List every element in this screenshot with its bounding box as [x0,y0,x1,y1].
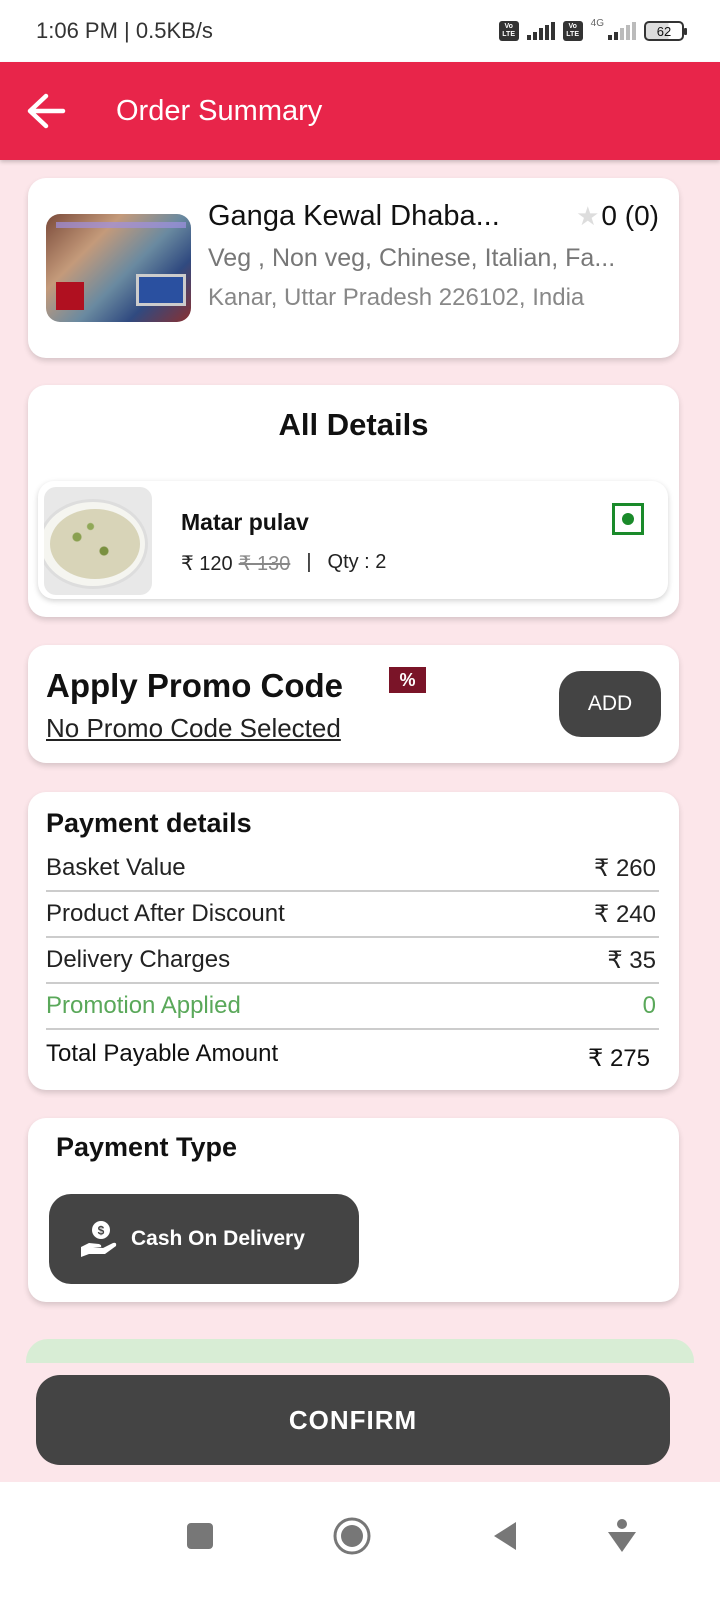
all-details-card: All Details Matar pulav ₹ 120 ₹ 130 | Qt… [28,385,679,617]
star-icon: ★ [576,200,600,231]
status-time: 1:06 PM | 0.5KB/s [36,18,213,43]
row-value: ₹ 35 [607,946,656,974]
row-label: Basket Value [46,854,186,881]
app-bar: Order Summary [0,62,720,160]
home-circle-icon [333,1517,371,1555]
page-title: Order Summary [116,94,323,127]
battery-icon: 62 [644,21,687,41]
restaurant-address: Kanar, Uttar Pradesh 226102, India [208,284,585,311]
payment-type-title: Payment Type [56,1132,238,1162]
recent-apps-button[interactable] [170,1506,230,1566]
back-nav-button[interactable] [475,1506,535,1566]
restaurant-rating: ★ 0 (0) [576,200,659,232]
volte-icon-2: Vo LTE [562,21,583,41]
restaurant-name: Ganga Kewal Dhaba... [208,200,500,232]
payment-type-card: Payment Type $ Cash On Delivery [28,1118,679,1302]
promo-status-link[interactable]: No Promo Code Selected [46,713,341,744]
payment-row-basket-value: Basket Value ₹ 260 [46,846,659,892]
payment-rows: Basket Value ₹ 260 Product After Discoun… [46,846,659,1078]
payment-option-label: Cash On Delivery [131,1227,305,1250]
restaurant-card[interactable]: Ganga Kewal Dhaba... ★ 0 (0) Veg , Non v… [28,178,679,358]
back-button[interactable] [16,81,76,141]
cash-on-delivery-button[interactable]: $ Cash On Delivery [49,1194,359,1284]
section-title: All Details [278,407,429,442]
restaurant-cuisines: Veg , Non veg, Chinese, Italian, Fa... [208,244,616,272]
volte-icon: Vo LTE [498,21,519,41]
home-button[interactable] [322,1506,382,1566]
payment-details-card: Payment details Basket Value ₹ 260 Produ… [28,792,679,1090]
row-value: ₹ 260 [594,854,656,882]
payment-row-promotion: Promotion Applied 0 [46,984,659,1030]
row-value: 0 [642,992,656,1019]
cash-hand-icon: $ [81,1221,117,1257]
payment-row-delivery: Delivery Charges ₹ 35 [46,938,659,984]
payment-details-title: Payment details [46,808,252,838]
coupon-icon: % [389,667,426,693]
row-value: ₹ 240 [594,900,656,928]
network-type: 4G [590,17,604,29]
status-icons: Vo LTE Vo LTE 4G 62 [498,17,687,41]
item-image [44,487,152,595]
payment-row-after-discount: Product After Discount ₹ 240 [46,892,659,938]
signal-strength-icon-2 [608,22,636,40]
status-bar: 1:06 PM | 0.5KB/s Vo LTE Vo LTE 4G 62 [0,0,720,62]
system-nav-bar [0,1482,720,1600]
item-qty: Qty : 2 [327,551,387,573]
row-label: Total Payable Amount [46,1040,279,1067]
signal-strength-icon [526,22,555,40]
restaurant-image [46,214,191,322]
item-original-price: ₹ 130 [238,553,291,575]
add-promo-button[interactable]: ADD [559,671,661,737]
info-strip [26,1339,694,1363]
rating-value: 0 (0) [601,200,659,231]
item-name: Matar pulav [181,509,309,535]
item-price: ₹ 120 [181,553,233,575]
row-label: Promotion Applied [46,992,241,1019]
veg-indicator-icon [612,503,644,535]
arrow-left-icon [27,93,66,129]
square-icon [187,1523,213,1549]
promo-card: Apply Promo Code % No Promo Code Selecte… [28,645,679,763]
triangle-back-icon [494,1522,516,1550]
accessibility-icon [608,1519,636,1552]
confirm-button[interactable]: CONFIRM [36,1375,670,1465]
order-item[interactable]: Matar pulav ₹ 120 ₹ 130 | Qty : 2 [38,481,668,599]
item-meta: ₹ 120 ₹ 130 | Qty : 2 [181,551,386,576]
separator: | [306,551,312,573]
row-label: Product After Discount [46,900,285,927]
row-value: ₹ 275 [588,1044,650,1072]
svg-text:$: $ [98,1224,105,1238]
row-label: Delivery Charges [46,946,231,973]
payment-row-total: Total Payable Amount ₹ 275 [46,1030,659,1078]
battery-level: 62 [656,23,672,39]
promo-title: Apply Promo Code [46,667,344,704]
accessibility-button[interactable] [592,1506,652,1566]
